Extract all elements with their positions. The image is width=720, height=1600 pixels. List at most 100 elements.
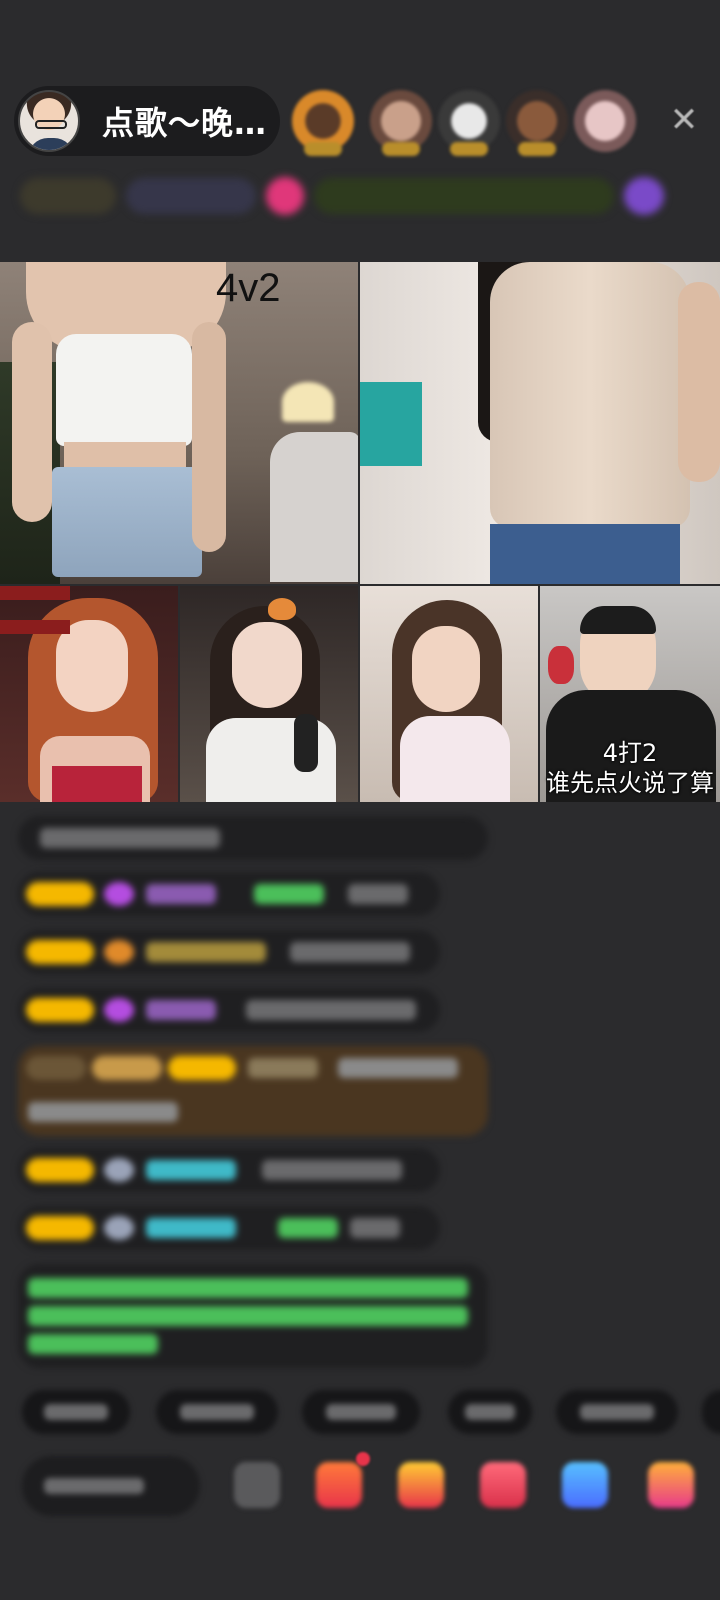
quick-reply-text	[180, 1404, 254, 1420]
video-tile-guest-1[interactable]	[0, 586, 178, 802]
chat-text	[40, 828, 220, 848]
level-badge	[26, 998, 94, 1022]
chat-message	[18, 816, 488, 860]
chat-message	[18, 872, 440, 916]
notice-text	[28, 1306, 468, 1326]
poster-shape	[360, 382, 422, 466]
overlay-label	[0, 586, 70, 600]
gift-bag-icon[interactable]	[398, 1462, 444, 1508]
fox-ornament	[268, 598, 296, 620]
gift-icon[interactable]	[648, 1462, 694, 1508]
quick-reply-chip[interactable]	[556, 1390, 678, 1434]
level-badge	[26, 1056, 86, 1080]
chat-username[interactable]	[146, 1160, 236, 1180]
avatar-chip	[104, 1216, 134, 1240]
chat-username[interactable]	[248, 1058, 318, 1078]
host-avatar[interactable]	[18, 90, 80, 152]
video-tile-guest-4[interactable]: 4打2 谁先点火说了算	[540, 586, 720, 802]
event-tag[interactable]	[314, 178, 614, 214]
arm-shape	[678, 282, 720, 482]
chat-message	[18, 930, 440, 974]
fan-badge	[168, 1056, 236, 1080]
face-shape	[412, 626, 480, 712]
hot-tag[interactable]	[126, 178, 256, 214]
top-shape	[490, 262, 690, 528]
arm-shape	[12, 322, 52, 522]
overlay-label	[0, 620, 70, 634]
chat-message	[18, 1206, 440, 1250]
level-badge	[26, 1216, 94, 1240]
chat-text	[246, 1000, 416, 1020]
chat-message-highlight	[18, 1046, 488, 1136]
jeans-shape	[490, 524, 680, 584]
viewer-avatar-4[interactable]	[506, 90, 568, 156]
chat-text	[278, 1218, 338, 1238]
gift-icon[interactable]	[624, 177, 664, 215]
chat-text	[262, 1160, 402, 1180]
vs-label: 4v2	[216, 266, 281, 310]
quick-reply-chip[interactable]	[22, 1390, 130, 1434]
viewer-avatar-5[interactable]	[574, 90, 636, 152]
red-packet-icon[interactable]	[480, 1462, 526, 1508]
chat-message	[18, 1148, 440, 1192]
video-tile-guest-3[interactable]	[360, 586, 538, 802]
chat-username[interactable]	[146, 942, 266, 962]
pk-caption-line2: 谁先点火说了算	[546, 769, 714, 797]
hair-shape	[580, 606, 656, 634]
tag-row	[20, 174, 700, 218]
quick-reply-chip[interactable]	[702, 1390, 720, 1434]
top-shape	[56, 334, 192, 446]
quick-reply-text	[43, 1404, 109, 1420]
rank-tag[interactable]	[20, 178, 116, 214]
share-icon[interactable]	[562, 1462, 608, 1508]
viewer-badge	[304, 142, 342, 156]
pk-caption-line1: 4打2	[602, 739, 658, 767]
video-tile-main-right[interactable]	[360, 262, 720, 584]
gem-icon	[104, 998, 134, 1022]
chat-text	[254, 884, 324, 904]
quick-reply-text	[325, 1404, 397, 1420]
video-tile-main-left[interactable]: 4v2	[0, 262, 358, 584]
quick-reply-chip[interactable]	[448, 1390, 532, 1434]
mascot-shape	[548, 646, 574, 684]
level-badge	[26, 882, 94, 906]
notification-dot	[356, 1452, 370, 1466]
avatar-shirt	[28, 138, 74, 150]
notice-text	[28, 1334, 158, 1354]
level-badge	[26, 1158, 94, 1182]
chat-input-placeholder	[44, 1478, 144, 1494]
avatar-chip	[104, 1158, 134, 1182]
host-info-pill[interactable]: 点歌～晚…	[14, 86, 280, 156]
viewer-avatar-2[interactable]	[370, 90, 432, 156]
chair-shape	[270, 432, 358, 582]
chat-text	[350, 1218, 400, 1238]
top-shape	[400, 716, 510, 802]
chat-input[interactable]	[22, 1456, 200, 1516]
heart-icon[interactable]	[266, 177, 304, 215]
chat-username[interactable]	[146, 1218, 236, 1238]
jeans-shape	[52, 467, 202, 577]
emoji-icon[interactable]	[234, 1462, 280, 1508]
viewer-badge	[518, 142, 556, 156]
viewer-avatar-1[interactable]	[292, 90, 354, 156]
lamp-shape	[282, 382, 334, 422]
arm-shape	[192, 322, 226, 552]
chat-message	[18, 988, 440, 1032]
vip-badge	[92, 1056, 162, 1080]
host-name: 点歌～晚…	[102, 104, 268, 142]
video-tile-guest-2[interactable]	[180, 586, 358, 802]
quick-reply-chip[interactable]	[156, 1390, 278, 1434]
viewer-avatar-3[interactable]	[438, 90, 500, 156]
bra-shape	[52, 766, 142, 802]
quick-reply-chip[interactable]	[302, 1390, 420, 1434]
quick-reply-text	[464, 1404, 516, 1420]
level-badge	[26, 940, 94, 964]
chat-username[interactable]	[146, 884, 216, 904]
chat-text	[290, 942, 410, 962]
shop-icon[interactable]	[316, 1462, 362, 1508]
notice-text	[28, 1278, 468, 1298]
chat-username[interactable]	[146, 1000, 216, 1020]
gem-icon	[104, 882, 134, 906]
close-icon[interactable]: ✕	[668, 103, 700, 137]
fan-icon	[104, 940, 134, 964]
